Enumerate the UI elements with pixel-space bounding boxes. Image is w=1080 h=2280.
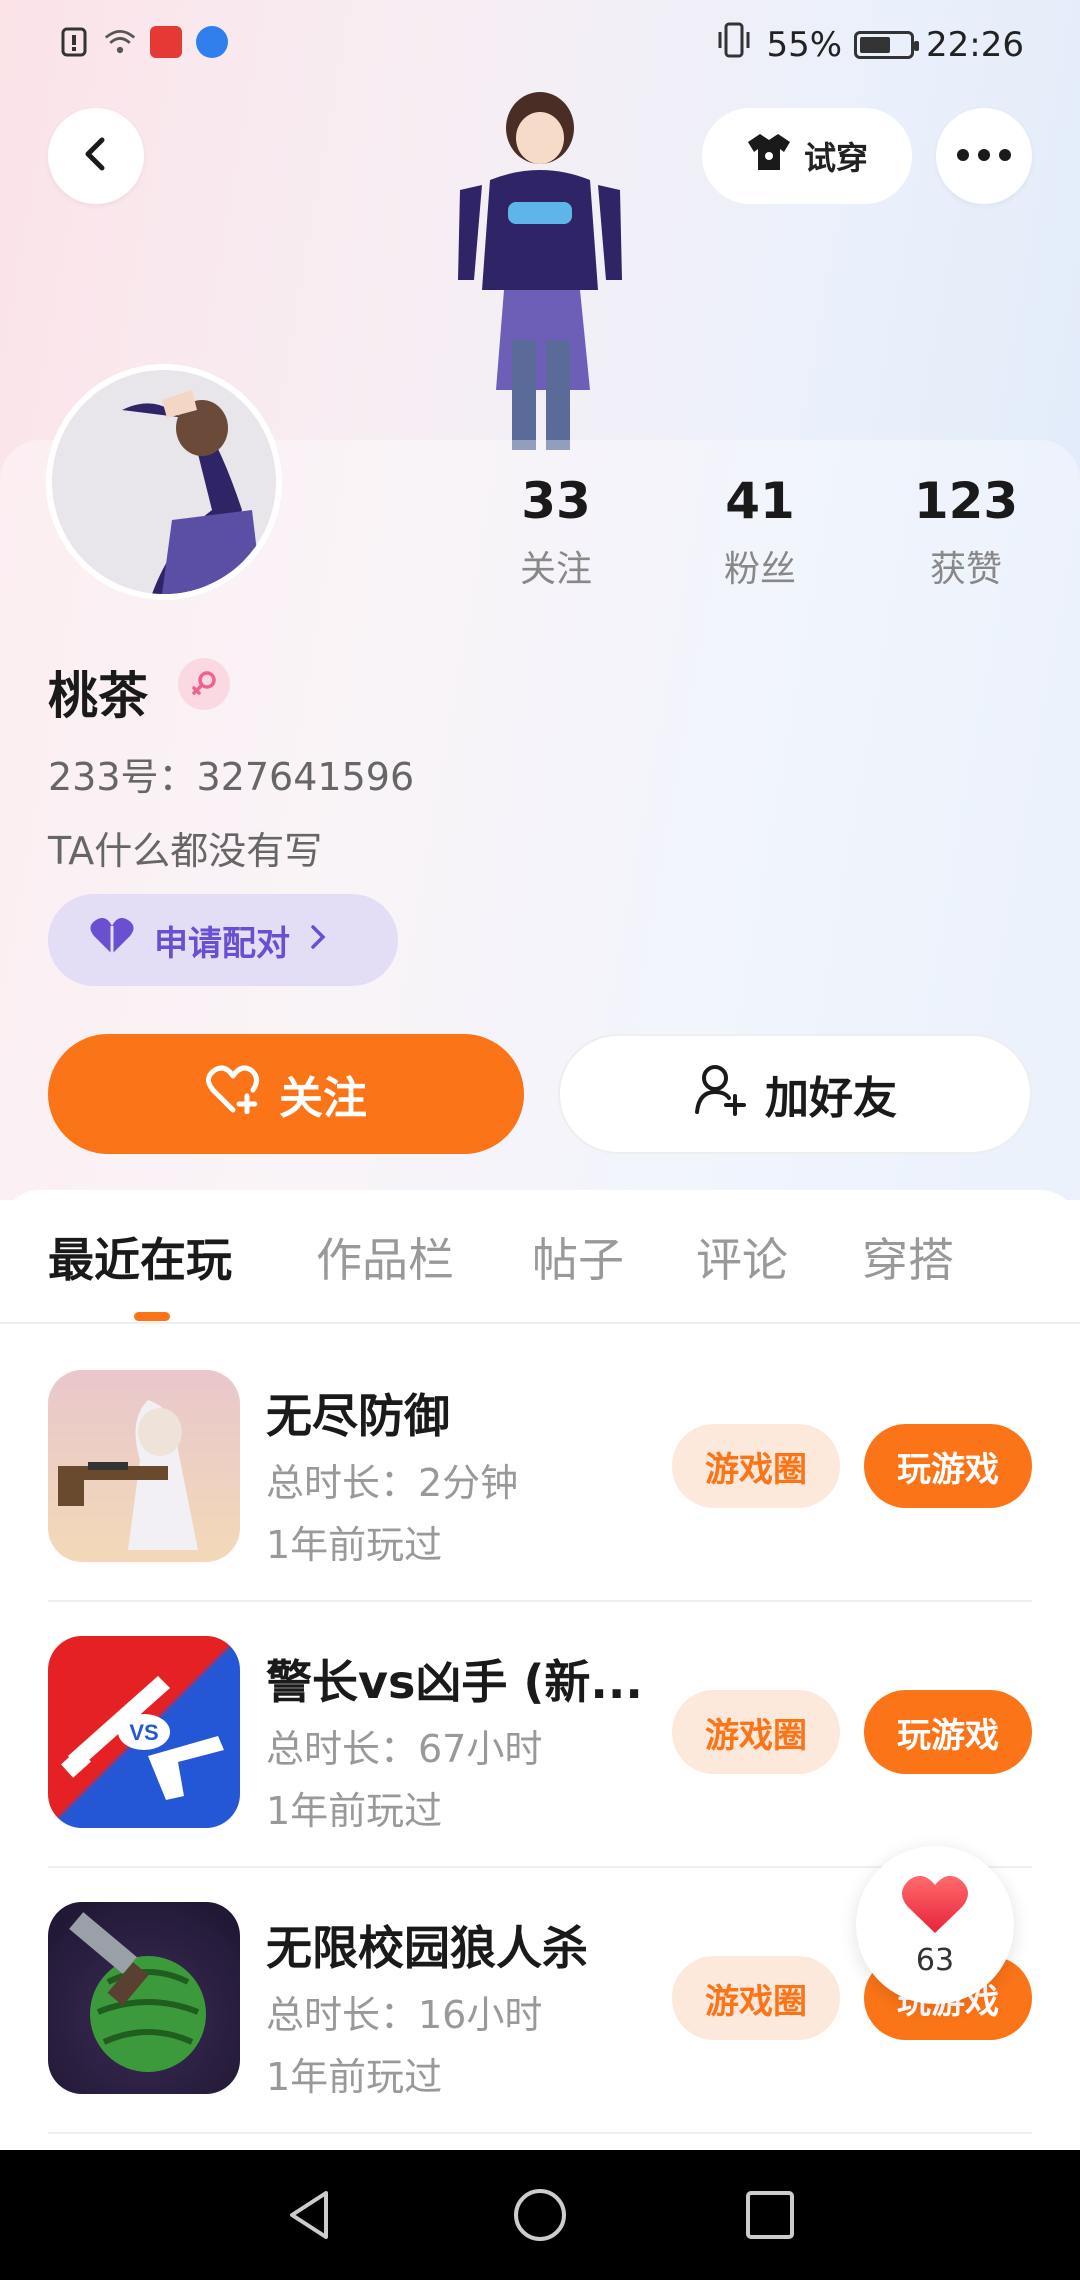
fans-label: 粉丝 (723, 549, 796, 590)
nav-back-icon[interactable] (280, 2185, 340, 2245)
tshirt-icon (746, 132, 792, 180)
tab-recently-played[interactable]: 最近在玩 (48, 1224, 232, 1290)
following-label: 关注 (519, 549, 592, 590)
nickname: 桃茶 (48, 667, 148, 725)
nav-recents-icon[interactable] (740, 2185, 800, 2245)
game-last-played: 1年前玩过 (266, 2055, 443, 2099)
tab-works[interactable]: 作品栏 (316, 1224, 454, 1290)
profile-tabs: 最近在玩 作品栏 帖子 评论 穿搭 (0, 1224, 1080, 1324)
user-id: 233号：327641596 (48, 755, 415, 799)
likes-count: 123 (913, 472, 1019, 530)
game-list-item[interactable]: 无尽防御 总时长：2分钟 1年前玩过 游戏圈 玩游戏 (0, 1370, 1080, 1636)
chevron-right-icon (308, 920, 328, 960)
game-title: 无尽防御 (266, 1389, 450, 1443)
tab-indicator (134, 1312, 170, 1321)
request-pair-button[interactable]: 申请配对 (48, 894, 398, 986)
follow-label: 关注 (279, 1073, 367, 1124)
try-on-button[interactable]: 试穿 (702, 108, 912, 204)
heart-icon (900, 1873, 970, 1939)
game-icon-endless-defense[interactable] (48, 1370, 240, 1562)
avatar[interactable] (46, 364, 282, 600)
try-on-label: 试穿 (803, 139, 868, 177)
row-divider (48, 1600, 1032, 1602)
avatar-3d-figure[interactable] (420, 90, 660, 450)
stat-fans[interactable]: 41 粉丝 (680, 472, 840, 592)
stat-following[interactable]: 33 关注 (476, 472, 636, 592)
follow-button[interactable]: 关注 (48, 1034, 524, 1154)
status-bar: 55% 22:26 (0, 0, 1080, 92)
game-duration: 总时长：16小时 (266, 1993, 543, 2037)
play-game-button[interactable]: 玩游戏 (864, 1690, 1032, 1774)
chevron-left-icon (76, 134, 116, 178)
play-game-button[interactable]: 玩游戏 (864, 1424, 1032, 1508)
battery-percent: 55% (766, 24, 843, 65)
more-button[interactable] (936, 108, 1032, 204)
game-circle-button[interactable]: 游戏圈 (672, 1690, 840, 1774)
game-icon-campus-werewolf[interactable] (48, 1902, 240, 2094)
game-icon-sheriff-vs-murderer[interactable]: VS (48, 1636, 240, 1828)
tab-outfits[interactable]: 穿搭 (862, 1224, 954, 1290)
tab-posts[interactable]: 帖子 (532, 1224, 624, 1290)
more-dots-icon (956, 147, 1012, 166)
fans-count: 41 (725, 472, 795, 530)
heart-plus-icon (205, 1064, 261, 1125)
nav-home-icon[interactable] (510, 2185, 570, 2245)
female-icon (178, 658, 230, 710)
system-nav-bar (0, 2150, 1080, 2280)
game-title: 警长vs凶手 (新... (266, 1655, 643, 1709)
game-circle-button[interactable]: 游戏圈 (672, 1424, 840, 1508)
add-friend-label: 加好友 (765, 1073, 897, 1124)
row-divider (48, 2132, 1032, 2134)
huawei-app-icon (150, 26, 182, 58)
game-last-played: 1年前玩过 (266, 1523, 443, 1567)
tab-divider (0, 1322, 1080, 1324)
add-friend-button[interactable]: 加好友 (558, 1034, 1032, 1154)
game-duration: 总时长：2分钟 (266, 1461, 519, 1505)
battery-icon (854, 30, 920, 59)
stat-likes[interactable]: 123 获赞 (886, 472, 1046, 592)
game-title: 无限校园狼人杀 (266, 1921, 588, 1975)
like-float-button[interactable]: 63 (856, 1846, 1014, 2004)
browser-icon (196, 26, 228, 58)
add-user-icon (693, 1062, 747, 1127)
game-circle-button[interactable]: 游戏圈 (672, 1956, 840, 2040)
following-count: 33 (521, 472, 591, 530)
back-button[interactable] (48, 108, 144, 204)
request-pair-label: 申请配对 (154, 923, 290, 964)
alert-icon (58, 26, 90, 58)
like-count: 63 (915, 1942, 955, 1978)
wifi-icon (104, 26, 136, 58)
likes-label: 获赞 (929, 549, 1002, 590)
svg-text:VS: VS (129, 1720, 158, 1745)
game-duration: 总时长：67小时 (266, 1727, 543, 1771)
tab-comments[interactable]: 评论 (696, 1224, 788, 1290)
vibrate-icon (714, 22, 754, 67)
clock: 22:26 (926, 24, 1024, 65)
heart-pair-icon (88, 916, 136, 965)
game-last-played: 1年前玩过 (266, 1789, 443, 1833)
bio: TA什么都没有写 (48, 829, 323, 873)
